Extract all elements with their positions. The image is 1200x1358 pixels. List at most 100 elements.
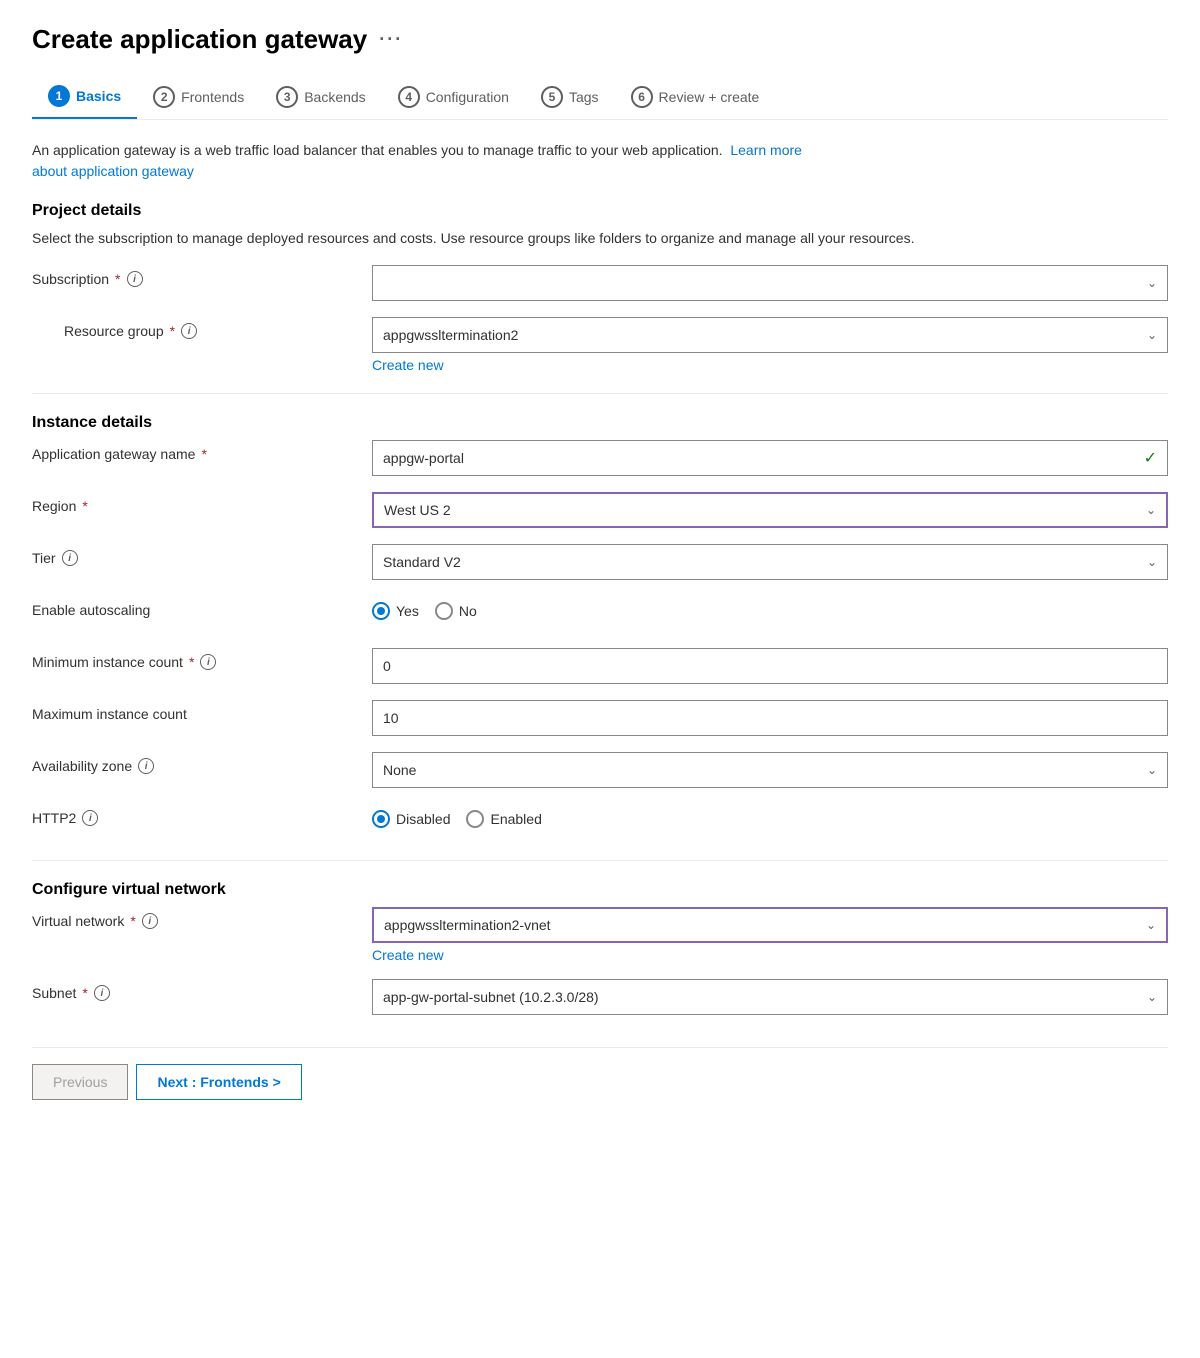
page-title: Create application gateway <box>32 24 367 55</box>
http2-enabled-circle <box>466 810 484 828</box>
subnet-required: * <box>82 985 87 1001</box>
vnet-value: appgwssltermination2-vnet <box>384 917 551 933</box>
region-value: West US 2 <box>384 502 451 518</box>
learn-more-link[interactable]: Learn more <box>730 142 802 158</box>
availability-zone-label: Availability zone i <box>32 752 372 774</box>
tier-row: Tier i Standard V2 ⌄ <box>32 544 1168 580</box>
subnet-label: Subnet * i <box>32 979 372 1001</box>
tab-tags-label: Tags <box>569 89 599 105</box>
create-new-vnet-link[interactable]: Create new <box>372 947 1168 963</box>
autoscaling-radio-group: Yes No <box>372 596 1168 620</box>
region-required: * <box>82 498 87 514</box>
gateway-name-value: appgw-portal <box>383 450 464 466</box>
subscription-row: Subscription * i ⌄ <box>32 265 1168 301</box>
gateway-name-label: Application gateway name * <box>32 440 372 462</box>
min-instance-input[interactable] <box>372 648 1168 684</box>
tier-value: Standard V2 <box>383 554 461 570</box>
resource-group-chevron-icon: ⌄ <box>1147 328 1157 342</box>
create-new-rg-link[interactable]: Create new <box>372 357 1168 373</box>
availability-zone-row: Availability zone i None ⌄ <box>32 752 1168 788</box>
http2-control: Disabled Enabled <box>372 804 1168 828</box>
project-details-desc: Select the subscription to manage deploy… <box>32 228 1168 249</box>
availability-zone-dropdown[interactable]: None ⌄ <box>372 752 1168 788</box>
vnet-info-icon[interactable]: i <box>142 913 158 929</box>
subnet-dropdown[interactable]: app-gw-portal-subnet (10.2.3.0/28) ⌄ <box>372 979 1168 1015</box>
tier-info-icon[interactable]: i <box>62 550 78 566</box>
resource-group-dropdown[interactable]: appgwssltermination2 ⌄ <box>372 317 1168 353</box>
http2-info-icon[interactable]: i <box>82 810 98 826</box>
http2-radio-group: Disabled Enabled <box>372 804 1168 828</box>
tab-backends[interactable]: 3 Backends <box>260 76 381 118</box>
autoscaling-control: Yes No <box>372 596 1168 620</box>
vnet-section-title: Configure virtual network <box>32 881 1168 899</box>
availability-zone-control: None ⌄ <box>372 752 1168 788</box>
autoscaling-no-radio[interactable]: No <box>435 602 477 620</box>
tab-frontends[interactable]: 2 Frontends <box>137 76 260 118</box>
tier-control: Standard V2 ⌄ <box>372 544 1168 580</box>
subscription-info-icon[interactable]: i <box>127 271 143 287</box>
availability-zone-info-icon[interactable]: i <box>138 758 154 774</box>
autoscaling-label: Enable autoscaling <box>32 596 372 618</box>
tab-configuration[interactable]: 4 Configuration <box>382 76 525 118</box>
min-instance-required: * <box>189 654 194 670</box>
gateway-name-required: * <box>201 446 206 462</box>
tier-chevron-icon: ⌄ <box>1147 555 1157 569</box>
subnet-control: app-gw-portal-subnet (10.2.3.0/28) ⌄ <box>372 979 1168 1015</box>
page-title-ellipsis: ··· <box>379 29 403 50</box>
tier-dropdown[interactable]: Standard V2 ⌄ <box>372 544 1168 580</box>
subscription-dropdown[interactable]: ⌄ <box>372 265 1168 301</box>
resource-group-row: Resource group * i appgwssltermination2 … <box>64 317 1168 373</box>
http2-disabled-radio[interactable]: Disabled <box>372 810 450 828</box>
project-details-title: Project details <box>32 202 1168 220</box>
min-instance-control <box>372 648 1168 684</box>
tab-tags[interactable]: 5 Tags <box>525 76 615 118</box>
subnet-row: Subnet * i app-gw-portal-subnet (10.2.3.… <box>32 979 1168 1015</box>
resource-group-control: appgwssltermination2 ⌄ Create new <box>372 317 1168 373</box>
http2-enabled-radio[interactable]: Enabled <box>466 810 541 828</box>
resource-group-label: Resource group * i <box>64 317 372 339</box>
min-instance-row: Minimum instance count * i <box>32 648 1168 684</box>
region-dropdown[interactable]: West US 2 ⌄ <box>372 492 1168 528</box>
gateway-name-dropdown[interactable]: appgw-portal ✓ <box>372 440 1168 476</box>
previous-button[interactable]: Previous <box>32 1064 128 1100</box>
tab-basics[interactable]: 1 Basics <box>32 75 137 119</box>
footer-buttons: Previous Next : Frontends > <box>32 1047 1168 1100</box>
region-label: Region * <box>32 492 372 514</box>
vnet-row: Virtual network * i appgwssltermination2… <box>32 907 1168 963</box>
tab-frontends-number: 2 <box>153 86 175 108</box>
http2-disabled-circle <box>372 810 390 828</box>
vnet-label: Virtual network * i <box>32 907 372 929</box>
resource-group-info-icon[interactable]: i <box>181 323 197 339</box>
about-link[interactable]: about application gateway <box>32 163 194 179</box>
http2-enabled-label: Enabled <box>490 811 541 827</box>
subnet-info-icon[interactable]: i <box>94 985 110 1001</box>
tab-configuration-number: 4 <box>398 86 420 108</box>
max-instance-row: Maximum instance count <box>32 700 1168 736</box>
min-instance-info-icon[interactable]: i <box>200 654 216 670</box>
next-button[interactable]: Next : Frontends > <box>136 1064 301 1100</box>
tab-tags-number: 5 <box>541 86 563 108</box>
region-control: West US 2 ⌄ <box>372 492 1168 528</box>
subnet-value: app-gw-portal-subnet (10.2.3.0/28) <box>383 989 599 1005</box>
gateway-name-check-icon: ✓ <box>1144 448 1157 468</box>
max-instance-label: Maximum instance count <box>32 700 372 722</box>
autoscaling-no-circle <box>435 602 453 620</box>
wizard-tabs: 1 Basics 2 Frontends 3 Backends 4 Config… <box>32 75 1168 120</box>
instance-details-title: Instance details <box>32 414 1168 432</box>
tier-label: Tier i <box>32 544 372 566</box>
vnet-dropdown[interactable]: appgwssltermination2-vnet ⌄ <box>372 907 1168 943</box>
http2-label: HTTP2 i <box>32 804 372 826</box>
tab-backends-label: Backends <box>304 89 365 105</box>
subscription-required: * <box>115 271 120 287</box>
vnet-required: * <box>130 913 135 929</box>
max-instance-control <box>372 700 1168 736</box>
http2-disabled-label: Disabled <box>396 811 450 827</box>
gateway-name-control: appgw-portal ✓ <box>372 440 1168 476</box>
max-instance-input[interactable] <box>372 700 1168 736</box>
resource-group-value: appgwssltermination2 <box>383 327 518 343</box>
autoscaling-yes-radio[interactable]: Yes <box>372 602 419 620</box>
subscription-control: ⌄ <box>372 265 1168 301</box>
tab-review-create[interactable]: 6 Review + create <box>615 76 776 118</box>
tab-configuration-label: Configuration <box>426 89 509 105</box>
page-description: An application gateway is a web traffic … <box>32 140 1168 182</box>
